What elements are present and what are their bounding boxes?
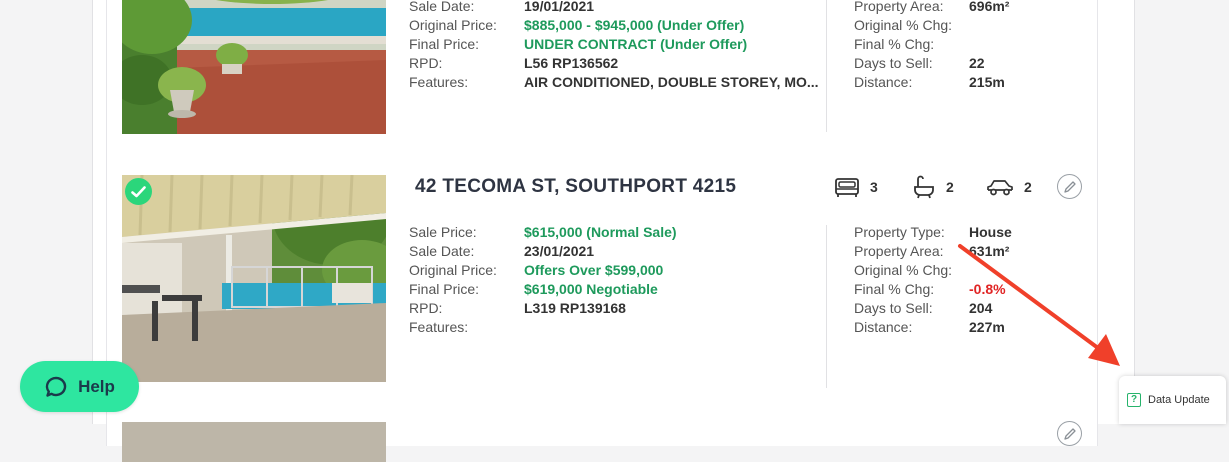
detail-label: Final Price:	[409, 281, 480, 297]
bathrooms-count: 2	[946, 179, 954, 195]
property-photo[interactable]	[122, 422, 386, 462]
data-update-label: Data Update	[1148, 394, 1210, 406]
detail-value: 22	[969, 55, 985, 71]
data-update-button[interactable]: ? Data Update	[1119, 376, 1226, 424]
detail-value: L56 RP136562	[524, 55, 619, 71]
listing-card[interactable]: Sale Date: 19/01/2021 Original Price: $8…	[106, 0, 1098, 158]
detail-value: -0.8%	[969, 281, 1006, 297]
detail-value: L319 RP139168	[524, 300, 626, 316]
detail-label: Original % Chg:	[854, 17, 953, 33]
car-icon	[987, 180, 1013, 196]
help-button[interactable]: Help	[20, 361, 139, 412]
chat-bubble-icon	[45, 376, 67, 397]
detail-value: Offers Over $599,000	[524, 262, 664, 278]
detail-value: AIR CONDITIONED, DOUBLE STOREY, MO...	[524, 74, 819, 90]
edit-button[interactable]	[1057, 174, 1082, 199]
pencil-icon	[1063, 427, 1076, 440]
detail-value: $615,000 (Normal Sale)	[524, 224, 677, 240]
detail-value: 215m	[969, 74, 1005, 90]
detail-label: Original Price:	[409, 262, 497, 278]
detail-label: Final % Chg:	[854, 281, 935, 297]
property-photo[interactable]	[122, 175, 386, 382]
detail-value: 19/01/2021	[524, 0, 595, 14]
detail-label: Features:	[409, 319, 469, 335]
detail-label: RPD:	[409, 55, 443, 71]
detail-label: Final % Chg:	[854, 36, 935, 52]
edit-button[interactable]	[1057, 421, 1082, 446]
detail-label: Distance:	[854, 319, 913, 335]
selected-check-icon[interactable]	[125, 178, 152, 205]
detail-label: Features:	[409, 74, 469, 90]
detail-value: $619,000 Negotiable	[524, 281, 658, 297]
detail-label: Distance:	[854, 74, 913, 90]
property-photo[interactable]	[122, 0, 386, 134]
column-divider	[826, 225, 827, 388]
detail-label: Sale Price:	[409, 224, 477, 240]
detail-value: UNDER CONTRACT (Under Offer)	[524, 36, 748, 52]
detail-label: Days to Sell:	[854, 300, 933, 316]
detail-value: 23/01/2021	[524, 243, 595, 259]
detail-label: Original % Chg:	[854, 262, 953, 278]
listing-card[interactable]: 42 TECOMA ST, SOUTHPORT 4215 3 2 2 Sale …	[106, 157, 1098, 407]
bed-icon	[835, 178, 859, 197]
pencil-icon	[1063, 180, 1076, 193]
detail-value: 696m²	[969, 0, 1010, 14]
detail-label: Property Type:	[854, 224, 945, 240]
bedrooms-feature: 3	[834, 174, 878, 200]
detail-value: $885,000 - $945,000 (Under Offer)	[524, 17, 745, 33]
detail-label: Final Price:	[409, 36, 480, 52]
listing-card[interactable]	[106, 406, 1098, 462]
detail-value: House	[969, 224, 1012, 240]
property-address[interactable]: 42 TECOMA ST, SOUTHPORT 4215	[415, 176, 736, 198]
detail-label: Sale Date:	[409, 243, 475, 259]
detail-value: 631m²	[969, 243, 1010, 259]
bath-icon	[914, 175, 934, 199]
help-label: Help	[78, 376, 115, 396]
detail-label: Property Area:	[854, 243, 944, 259]
detail-value: 227m	[969, 319, 1005, 335]
carspaces-count: 2	[1024, 179, 1032, 195]
column-divider	[826, 0, 827, 132]
detail-label: Sale Date:	[409, 0, 475, 14]
question-square-icon: ?	[1127, 393, 1141, 407]
detail-label: Days to Sell:	[854, 55, 933, 71]
detail-label: Property Area:	[854, 0, 944, 14]
carspaces-feature: 2	[986, 174, 1032, 200]
bathrooms-feature: 2	[912, 174, 954, 200]
detail-label: Original Price:	[409, 17, 497, 33]
bedrooms-count: 3	[870, 179, 878, 195]
detail-value: 204	[969, 300, 993, 316]
detail-label: RPD:	[409, 300, 443, 316]
